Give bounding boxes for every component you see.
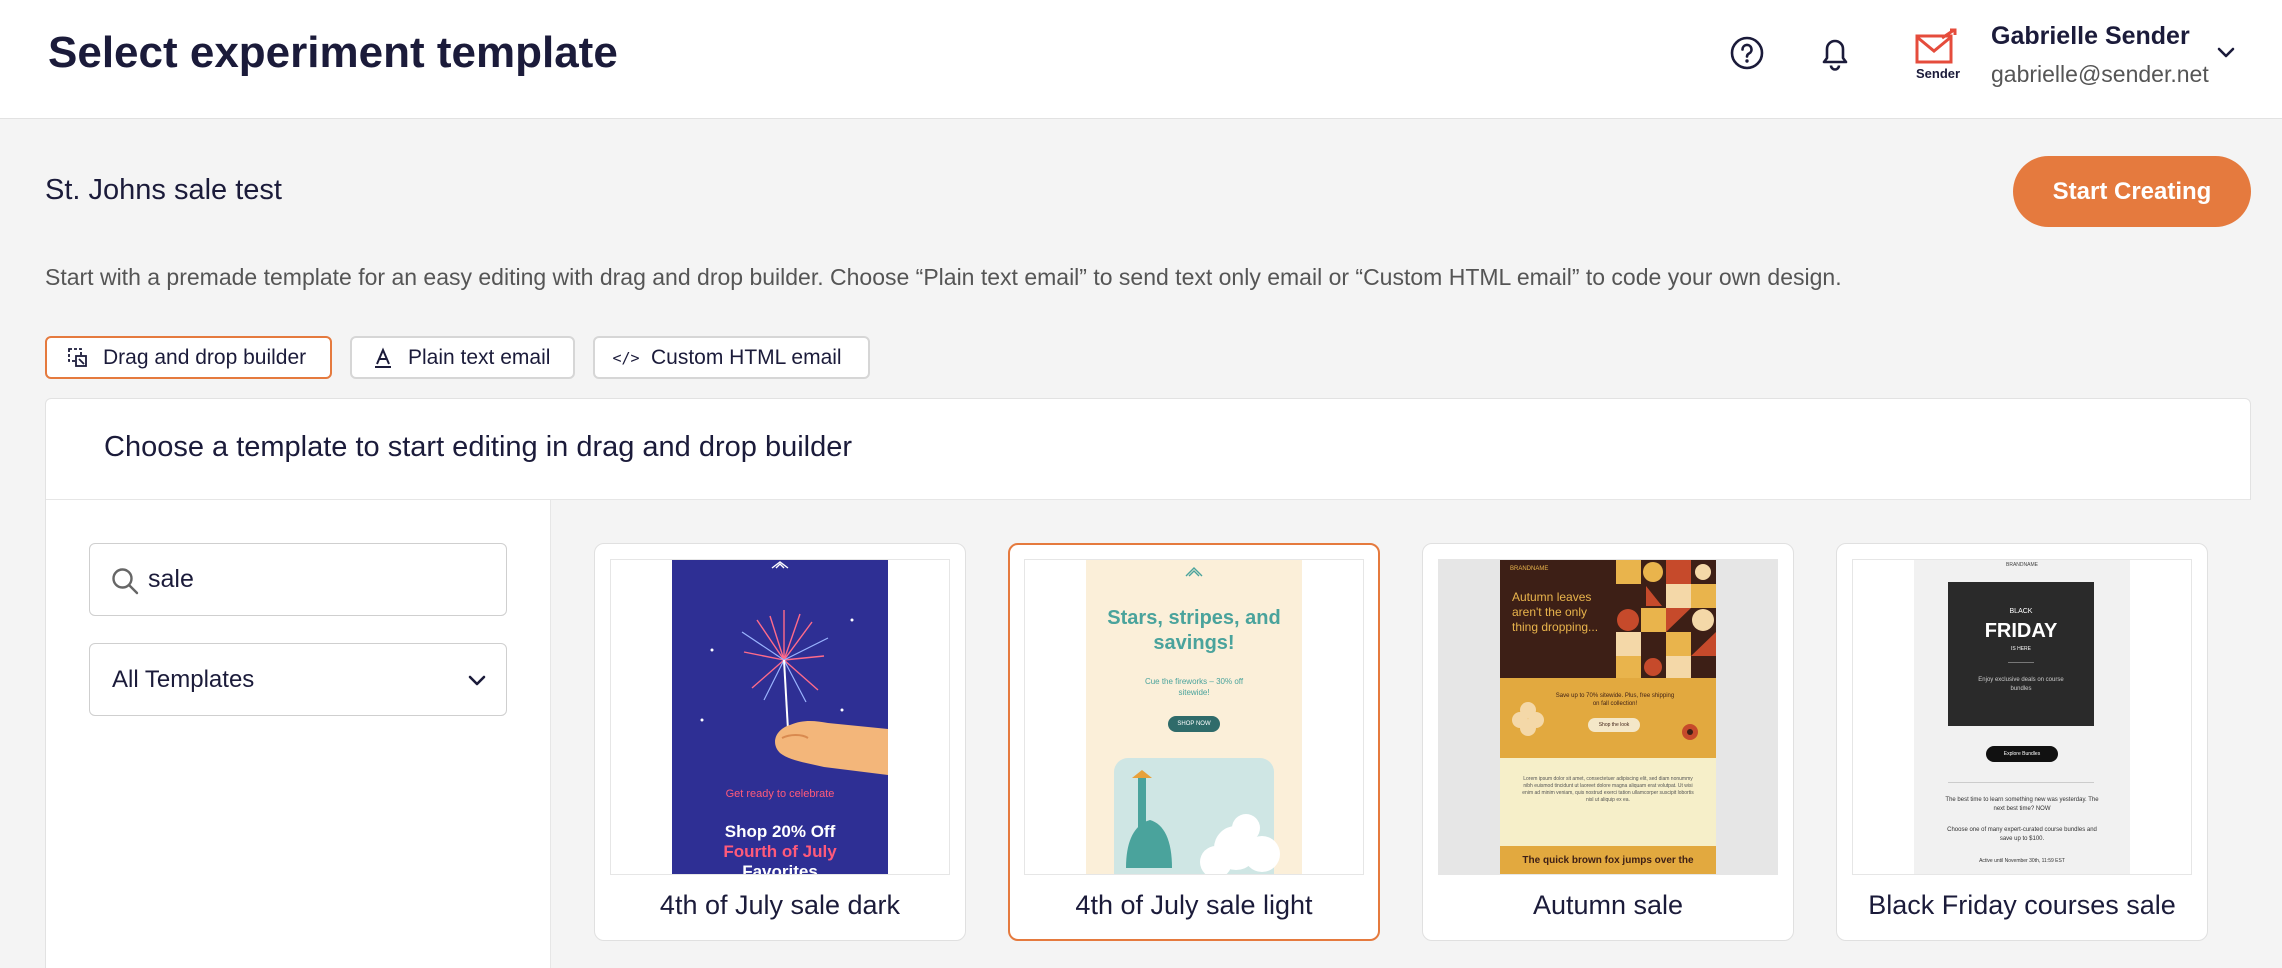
preview-brand: BRANDNAME xyxy=(2006,562,2038,568)
panel-header: Choose a template to start editing in dr… xyxy=(46,399,2250,500)
preview-headline: Autumn leaves aren't the only thing drop… xyxy=(1512,590,1599,634)
tab-custom-html[interactable]: </> Custom HTML email xyxy=(593,336,870,379)
preview-dark: Get ready to celebrate Shop 20% Off Four… xyxy=(672,560,888,875)
preview-line: Favorites xyxy=(742,862,818,875)
panel-title: Choose a template to start editing in dr… xyxy=(104,431,853,463)
preview-body: Lorem ipsum dolor sit amet, consectetuer… xyxy=(1522,776,1694,803)
template-panel: Choose a template to start editing in dr… xyxy=(45,398,2251,968)
user-name: Gabrielle Sender xyxy=(1991,22,2190,50)
bell-icon[interactable] xyxy=(1813,31,1857,75)
start-creating-button[interactable]: Start Creating xyxy=(2013,156,2251,227)
tab-label: Custom HTML email xyxy=(651,345,842,369)
search-field[interactable] xyxy=(89,543,507,616)
chevron-down-icon[interactable] xyxy=(2212,38,2240,66)
preview-line: Active until November 30th, 11:59 EST xyxy=(1979,858,2065,864)
brand-mark-icon xyxy=(1185,567,1203,577)
page-title: Select experiment template xyxy=(48,28,618,77)
template-thumbnail: BRANDNAME Autumn leaves aren't the only … xyxy=(1438,559,1778,875)
template-grid: Get ready to celebrate Shop 20% Off Four… xyxy=(551,500,2251,968)
template-name: Black Friday courses sale xyxy=(1868,890,2176,920)
template-thumbnail: BRANDNAME BLACK FRIDAY IS HERE Enjoy exc… xyxy=(1852,559,2192,875)
code-icon: </> xyxy=(612,348,640,367)
description-text: Start with a premade template for an eas… xyxy=(45,264,1842,290)
top-bar: Select experiment template Sender Gabrie… xyxy=(0,0,2282,119)
drag-drop-icon xyxy=(67,347,89,369)
preview-offer: Save up to 70% sitewide. Plus, free ship… xyxy=(1555,693,1675,707)
template-card[interactable]: BRANDNAME Autumn leaves aren't the only … xyxy=(1422,543,1794,941)
template-thumbnail: Stars, stripes, and savings! Cue the fir… xyxy=(1024,559,1364,875)
preview-autumn: BRANDNAME Autumn leaves aren't the only … xyxy=(1500,560,1716,874)
preview-line: The best time to learn something new was… xyxy=(1945,797,2099,812)
preview-button: SHOP NOW xyxy=(1168,716,1220,732)
tab-label: Plain text email xyxy=(408,345,551,369)
template-name: Autumn sale xyxy=(1532,890,1684,920)
search-input[interactable] xyxy=(148,544,488,615)
preview-black-friday: BRANDNAME BLACK FRIDAY IS HERE Enjoy exc… xyxy=(1914,560,2130,874)
chevron-down-icon xyxy=(468,675,486,686)
help-circle-icon[interactable] xyxy=(1725,31,1769,75)
template-name: 4th of July sale dark xyxy=(659,890,901,920)
search-icon xyxy=(112,568,139,595)
template-category-select[interactable]: All Templates xyxy=(89,643,507,716)
geometric-pattern xyxy=(1616,560,1716,678)
experiment-name: St. Johns sale test xyxy=(45,174,282,206)
preview-line: Fourth of July xyxy=(723,842,837,861)
flower-icon xyxy=(1512,702,1544,736)
tab-plain-text[interactable]: Plain text email xyxy=(350,336,575,379)
select-value: All Templates xyxy=(112,666,255,693)
preview-footer: The quick brown fox jumps over the xyxy=(1522,855,1694,866)
preview-is-here: IS HERE xyxy=(2010,646,2031,652)
template-card[interactable]: Get ready to celebrate Shop 20% Off Four… xyxy=(594,543,966,941)
template-card[interactable]: Stars, stripes, and savings! Cue the fir… xyxy=(1008,543,1380,941)
preview-line: Choose one of many expert-curated course… xyxy=(1947,827,2097,842)
sender-logo-icon xyxy=(1915,28,1957,64)
preview-brand: BRANDNAME xyxy=(1510,566,1549,572)
preview-black: BLACK xyxy=(2009,608,2033,615)
template-thumbnail: Get ready to celebrate Shop 20% Off Four… xyxy=(610,559,950,875)
text-format-icon xyxy=(372,346,394,369)
preview-button: Explore Bundles xyxy=(1986,746,2058,762)
preview-sub: Cue the fireworks – 30% off sitewide! xyxy=(1144,677,1244,697)
logo-text: Sender xyxy=(1916,66,1961,81)
preview-light: Stars, stripes, and savings! Cue the fir… xyxy=(1086,560,1302,874)
template-card[interactable]: BRANDNAME BLACK FRIDAY IS HERE Enjoy exc… xyxy=(1836,543,2208,941)
filter-sidebar: All Templates xyxy=(46,500,551,968)
template-name: 4th of July sale light xyxy=(1075,890,1313,920)
user-email: gabrielle@sender.net xyxy=(1991,61,2209,87)
preview-eyebrow: Get ready to celebrate xyxy=(725,788,835,800)
tab-drag-and-drop[interactable]: Drag and drop builder xyxy=(45,336,332,379)
preview-headline: Stars, stripes, and savings! xyxy=(1107,607,1281,654)
preview-button: Shop the look xyxy=(1588,718,1640,732)
preview-friday: FRIDAY xyxy=(1984,620,2058,642)
preview-line: Shop 20% Off xyxy=(724,822,836,841)
tab-label: Drag and drop builder xyxy=(103,345,307,369)
statue-illustration xyxy=(1114,758,1280,874)
preview-sub: Enjoy exclusive deals on course bundles xyxy=(1978,677,2064,692)
